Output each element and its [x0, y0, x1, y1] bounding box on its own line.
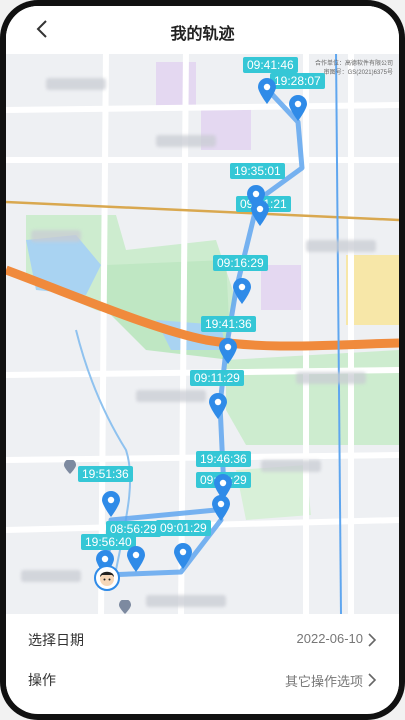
map-marker-icon: [119, 600, 131, 614]
map-marker-icon: [64, 460, 76, 474]
screen: 我的轨迹 合作单位：高德软件有限公司 审图号：GS(2021)6375号 09:…: [6, 6, 399, 714]
location-pin-icon[interactable]: [212, 495, 230, 521]
poi-label: [306, 240, 376, 252]
location-pin-icon[interactable]: [209, 393, 227, 419]
action-value: 其它操作选项: [284, 674, 363, 689]
time-label: 09:41:46: [243, 57, 298, 73]
poi-label: [136, 390, 206, 402]
location-pin-icon[interactable]: [251, 200, 269, 226]
poi-label: [31, 230, 81, 242]
avatar-icon[interactable]: [94, 565, 120, 591]
location-pin-icon[interactable]: [258, 78, 276, 104]
time-label: 09:16:29: [213, 255, 268, 271]
location-pin-icon[interactable]: [127, 546, 145, 572]
poi-label: [21, 570, 81, 582]
location-pin-icon[interactable]: [102, 491, 120, 517]
date-label: 选择日期: [28, 632, 84, 648]
date-value: 2022-06-10: [296, 631, 364, 646]
poi-label: [156, 135, 216, 147]
time-label: 09:11:29: [190, 370, 244, 386]
map-copyright: 合作单位：高德软件有限公司 审图号：GS(2021)6375号: [314, 61, 393, 76]
trajectory-map[interactable]: 合作单位：高德软件有限公司 审图号：GS(2021)6375号 09:41:46…: [6, 50, 399, 616]
action-row[interactable]: 操作 其它操作选项: [6, 654, 399, 708]
location-pin-icon[interactable]: [174, 543, 192, 569]
header: 我的轨迹: [6, 6, 399, 54]
time-label: 09:01:29: [156, 520, 211, 536]
location-pin-icon[interactable]: [219, 338, 237, 364]
location-pin-icon[interactable]: [289, 95, 307, 121]
chevron-right-icon: [368, 633, 377, 647]
action-label: 操作: [28, 672, 56, 688]
time-label: 19:51:36: [78, 466, 133, 482]
poi-label: [261, 460, 321, 472]
page-title: 我的轨迹: [170, 26, 235, 43]
poi-label: [296, 372, 366, 384]
location-pin-icon[interactable]: [233, 278, 251, 304]
time-label: 19:28:07: [270, 73, 325, 89]
poi-label: [146, 595, 226, 607]
time-label: 19:35:01: [230, 163, 285, 179]
chevron-right-icon: [368, 673, 377, 687]
time-label: 19:46:36: [196, 451, 251, 467]
poi-label: [46, 78, 106, 90]
time-label: 19:41:36: [201, 316, 256, 332]
phone-frame: 我的轨迹 合作单位：高德软件有限公司 审图号：GS(2021)6375号 09:…: [0, 0, 405, 720]
